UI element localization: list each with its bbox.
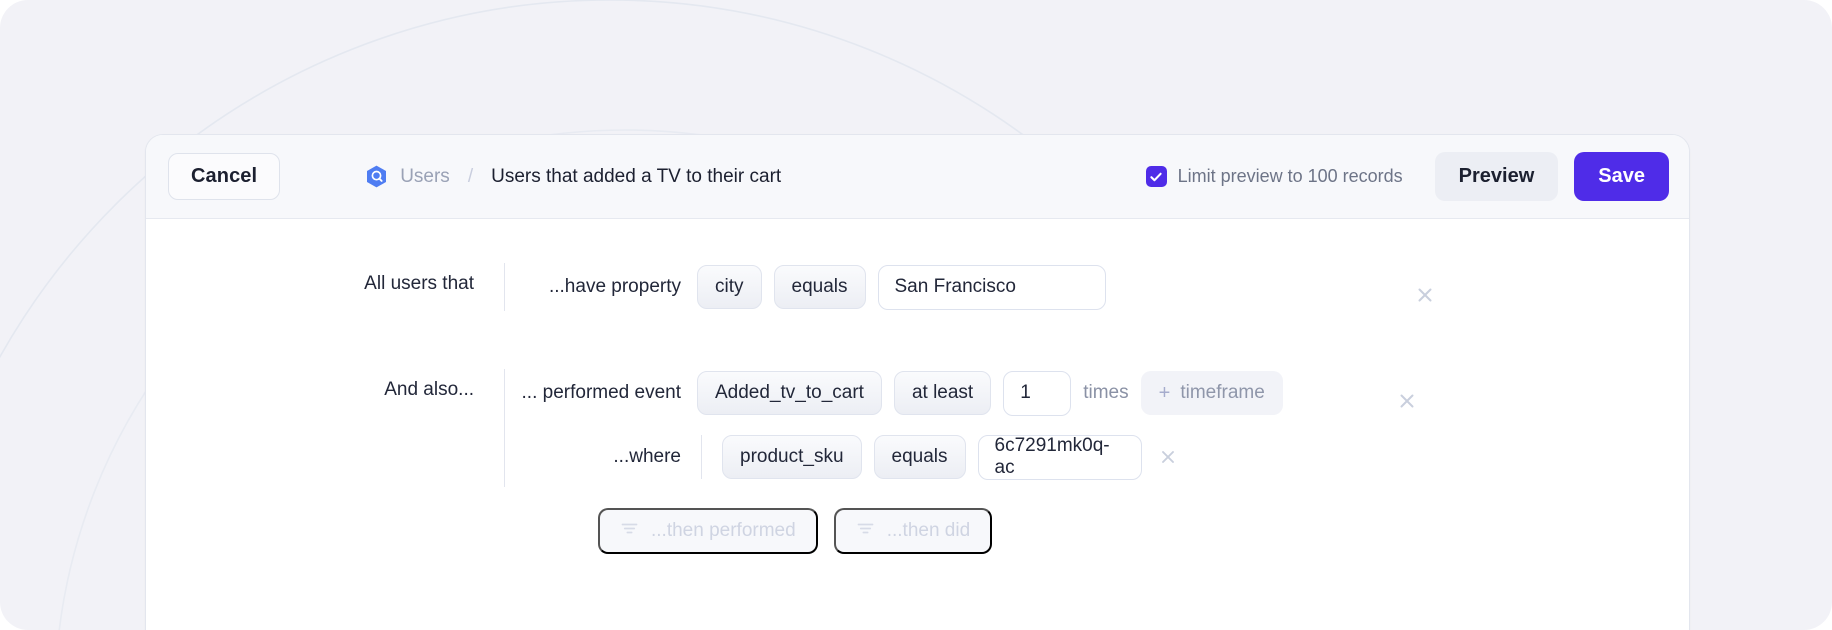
filter-icon [620,519,639,544]
check-icon [1146,166,1167,187]
property-value-input[interactable]: San Francisco [878,265,1106,310]
segment-builder-modal: Cancel Users / Users that added a TV to … [145,134,1690,630]
breadcrumb-current: Users that added a TV to their cart [491,166,781,188]
filter-icon [856,519,875,544]
close-icon [1397,391,1417,411]
close-icon [1415,285,1435,305]
condition-line: ...have property city equals San Francis… [505,263,1689,311]
where-sub-label: ...where [505,446,685,468]
header-actions: Limit preview to 100 records Preview Sav… [1146,152,1669,201]
event-sub-label: ... performed event [505,382,685,404]
rule-body: ...have property city equals San Francis… [505,263,1689,311]
then-performed-label: ...then performed [651,520,796,542]
remove-rule-button-1[interactable] [1411,281,1439,309]
where-line: ...where product_sku equals 6c7291mk0q-a… [505,433,1689,481]
where-property-chip[interactable]: product_sku [722,435,862,479]
event-chip[interactable]: Added_tv_to_cart [697,371,882,415]
add-timeframe-button[interactable]: + timeframe [1141,371,1283,415]
breadcrumb-root[interactable]: Users [400,166,450,188]
frequency-chip[interactable]: at least [894,371,991,415]
where-value-input[interactable]: 6c7291mk0q-ac [978,435,1142,480]
event-line: ... performed event Added_tv_to_cart at … [505,369,1689,417]
rule-row-2: And also... ... performed event Added_tv… [146,369,1689,487]
remove-where-button[interactable] [1154,443,1182,471]
preview-button[interactable]: Preview [1435,152,1559,201]
rule-row-1: All users that ...have property city equ… [146,263,1689,323]
operator-chip[interactable]: equals [774,265,866,309]
limit-preview-checkbox[interactable]: Limit preview to 100 records [1146,166,1403,187]
event-count-suffix: times [1083,382,1128,404]
cancel-button[interactable]: Cancel [168,153,280,200]
where-operator-chip[interactable]: equals [874,435,966,479]
hexagon-search-icon [364,164,389,189]
then-performed-button[interactable]: ...then performed [598,508,818,554]
condition-sub-label: ...have property [505,276,685,298]
breadcrumb-separator: / [468,166,473,188]
then-did-button[interactable]: ...then did [834,508,992,554]
rule-lead-label: All users that [326,263,474,293]
breadcrumb: Users / Users that added a TV to their c… [364,164,781,189]
property-chip[interactable]: city [697,265,762,309]
save-button[interactable]: Save [1574,152,1669,201]
limit-preview-label: Limit preview to 100 records [1178,166,1403,187]
event-count-input[interactable]: 1 [1003,371,1071,416]
modal-header: Cancel Users / Users that added a TV to … [146,135,1689,219]
plus-icon: + [1159,383,1171,403]
then-did-label: ...then did [887,520,970,542]
modal-body: All users that ...have property city equ… [146,219,1689,630]
where-divider [701,435,702,479]
add-timeframe-label: timeframe [1180,382,1264,404]
app-window: Cancel Users / Users that added a TV to … [0,0,1832,630]
close-icon [1159,448,1177,466]
ghost-actions-row: ...then performed ...then did [146,508,1689,554]
rule-lead-label: And also... [326,369,474,399]
rule-body: ... performed event Added_tv_to_cart at … [505,369,1689,481]
remove-rule-button-2[interactable] [1393,387,1421,415]
